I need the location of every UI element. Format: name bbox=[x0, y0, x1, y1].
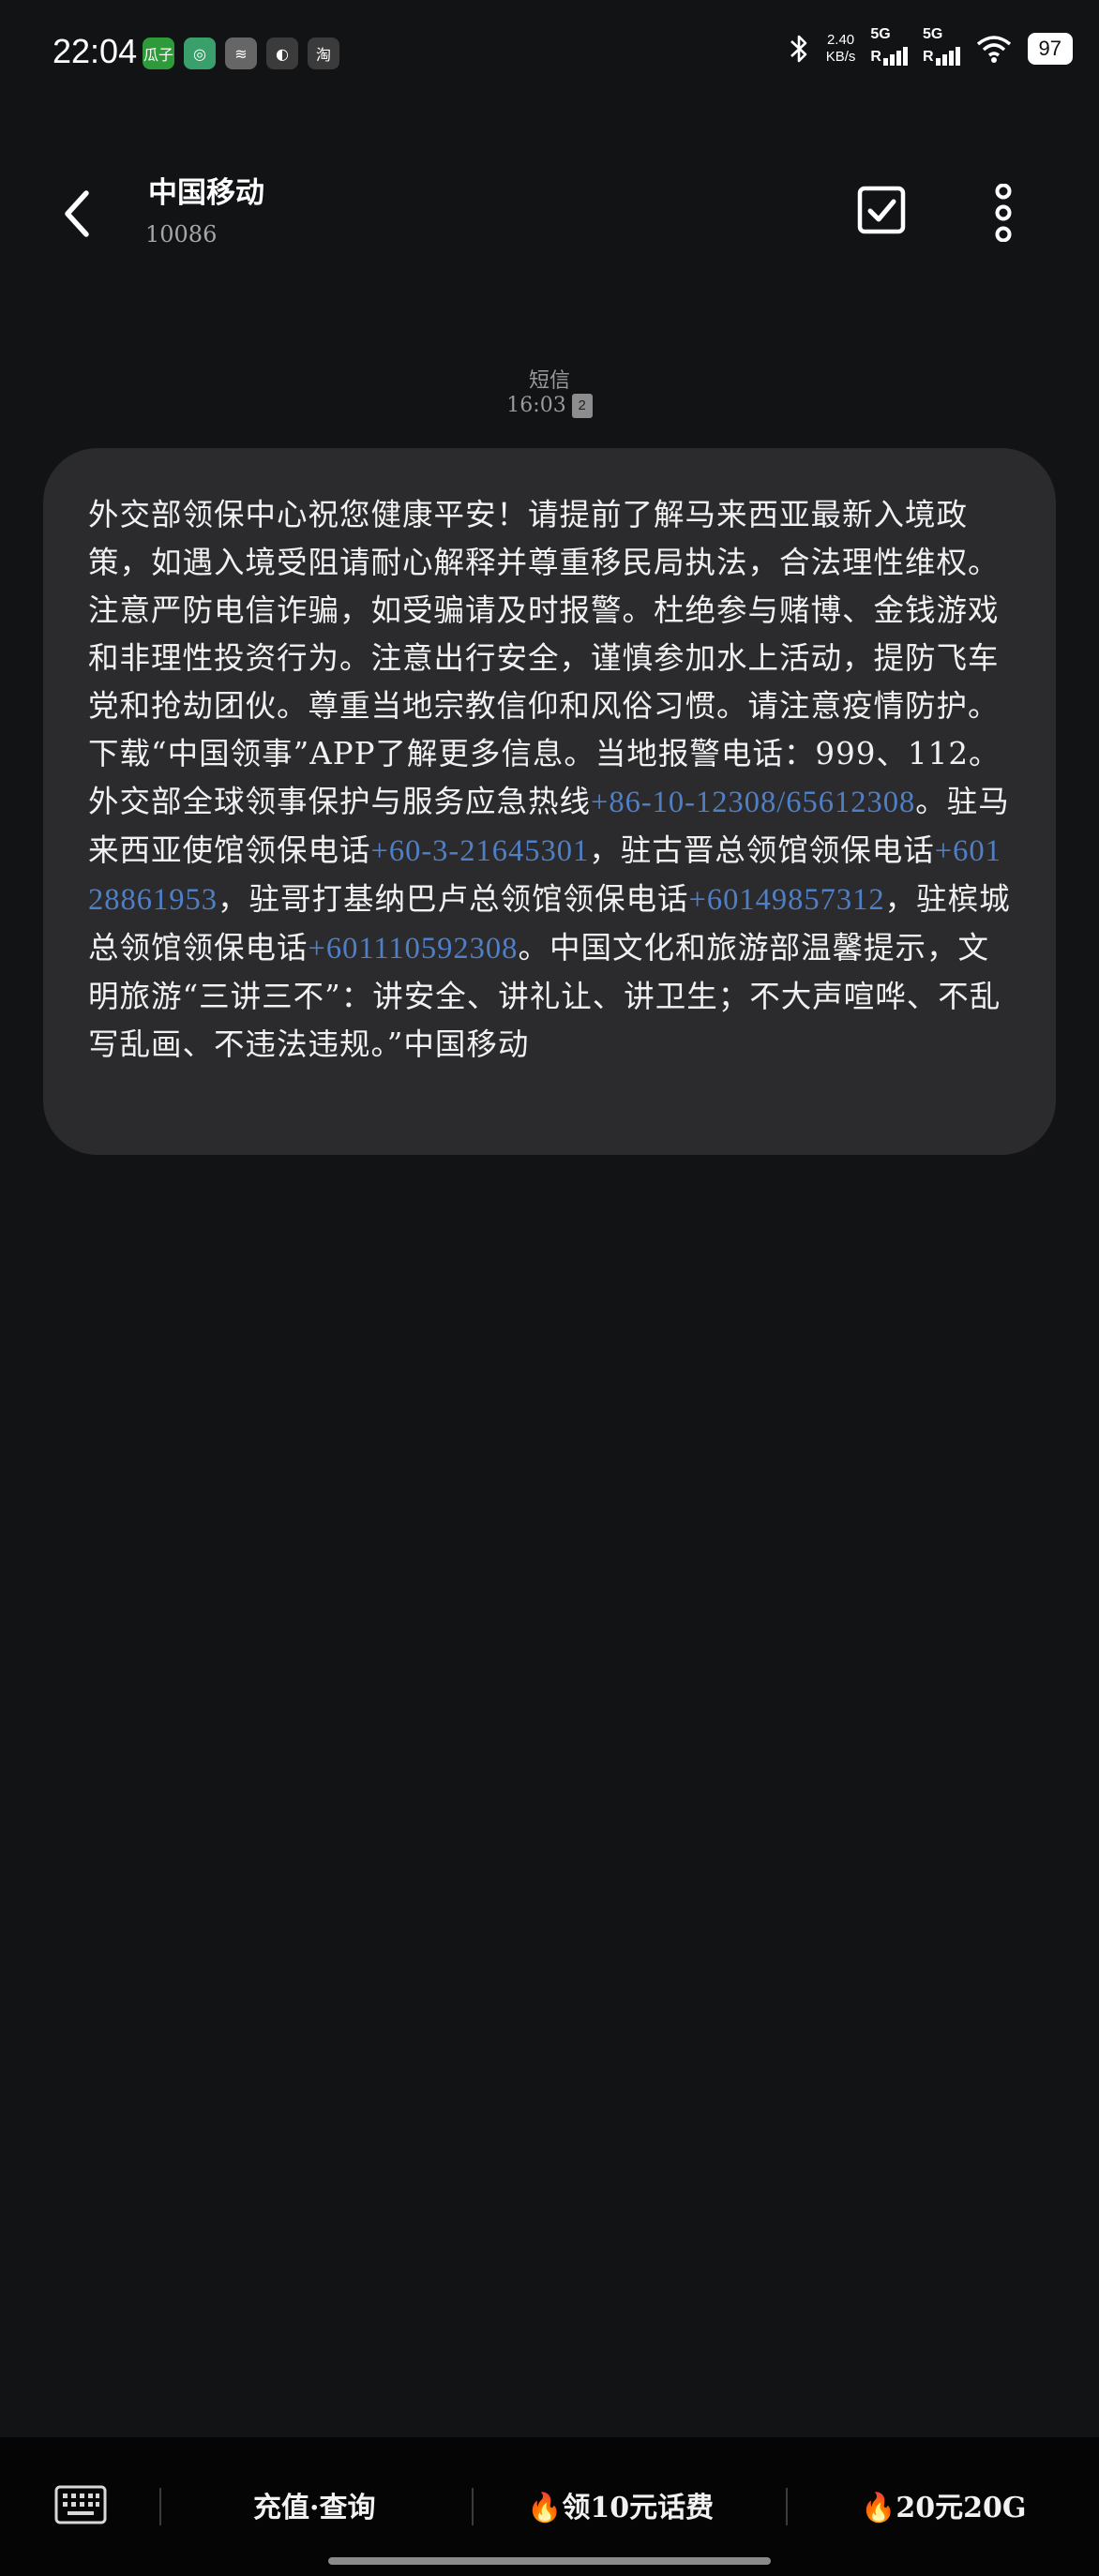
network-speed: 2.40 KB/s bbox=[826, 32, 856, 66]
message-type-label: 短信 bbox=[528, 369, 570, 393]
keyboard-icon[interactable] bbox=[54, 2485, 107, 2524]
menu-data-plan-label: 20元20G bbox=[896, 2492, 1027, 2524]
message-text-part: ，驻哥打基纳巴卢总领馆领保电话 bbox=[218, 881, 689, 917]
select-checkbox-icon[interactable] bbox=[857, 186, 906, 234]
notification-icons: 瓜子 ◎ ≋ ◐ 淘 bbox=[143, 37, 339, 69]
menu-claim-credit-label: 领10元话费 bbox=[562, 2492, 715, 2524]
guazi-app-icon: 瓜子 bbox=[143, 37, 174, 69]
fire-icon: 🔥 bbox=[861, 2492, 896, 2524]
phone-link[interactable]: +601110592308 bbox=[309, 932, 519, 966]
message-timestamp: 16:03 2 bbox=[0, 394, 1099, 418]
menu-recharge-query[interactable]: 充值·查询 bbox=[253, 2484, 375, 2525]
signal-sim2-icon: 5G R bbox=[922, 26, 960, 66]
bluetooth-icon bbox=[790, 35, 807, 63]
sim1-label: 5G bbox=[870, 26, 891, 42]
wifi-icon bbox=[976, 36, 1011, 63]
menu-data-plan[interactable]: 🔥20元20G bbox=[861, 2484, 1026, 2525]
fire-icon: 🔥 bbox=[527, 2492, 563, 2524]
status-indicators: 2.40 KB/s 5G R 5G R 97 bbox=[787, 26, 1073, 66]
back-arrow-icon[interactable] bbox=[54, 186, 101, 242]
message-text: 外交部领保中心祝您健康平安！请提前了解马来西亚最新入境政策，如遇入境受阻请耐心解… bbox=[88, 491, 1011, 1069]
menu-divider bbox=[786, 2488, 788, 2525]
roaming-indicator: R bbox=[922, 49, 934, 65]
contact-name: 中国移动 bbox=[148, 176, 264, 210]
sim2-label: 5G bbox=[922, 26, 943, 42]
battery-indicator: 97 bbox=[1027, 33, 1073, 65]
menu-divider bbox=[472, 2488, 474, 2525]
more-options-icon[interactable] bbox=[986, 184, 1020, 242]
message-time: 16:03 bbox=[506, 394, 566, 417]
capcut-app-icon: ≋ bbox=[225, 37, 257, 69]
network-speed-unit: KB/s bbox=[825, 49, 856, 65]
taobao-app-icon: 淘 bbox=[308, 37, 339, 69]
home-indicator[interactable] bbox=[328, 2557, 771, 2565]
message-bubble[interactable]: 外交部领保中心祝您健康平安！请提前了解马来西亚最新入境政策，如遇入境受阻请耐心解… bbox=[43, 448, 1056, 1155]
phone-link[interactable]: +60149857312 bbox=[689, 883, 885, 917]
phone-link[interactable]: +86-10-12308/65612308 bbox=[591, 786, 915, 819]
signal-sim1-icon: 5G R bbox=[870, 26, 908, 66]
message-text-part: ，驻古晋总领馆领保电话 bbox=[589, 832, 935, 868]
bird-app-icon: ◐ bbox=[266, 37, 298, 69]
leaf-app-icon: ◎ bbox=[184, 37, 216, 69]
sim-card-icon: 2 bbox=[571, 394, 593, 418]
roaming-indicator: R bbox=[870, 49, 881, 65]
menu-claim-credit[interactable]: 🔥领10元话费 bbox=[527, 2484, 714, 2525]
contact-number: 10086 bbox=[145, 221, 218, 247]
bottom-menu-bar: 充值·查询 🔥领10元话费 🔥20元20G bbox=[0, 2437, 1099, 2576]
phone-link[interactable]: +60-3-21645301 bbox=[371, 834, 590, 868]
status-time: 22:04 bbox=[53, 32, 138, 70]
menu-divider bbox=[159, 2488, 161, 2525]
message-text-part: 外交部领保中心祝您健康平安！请提前了解马来西亚最新入境政策，如遇入境受阻请耐心解… bbox=[88, 497, 1001, 819]
status-bar: 22:04 瓜子 ◎ ≋ ◐ 淘 2.40 KB/s 5G R 5G R 97 bbox=[0, 0, 1099, 112]
network-speed-value: 2.40 bbox=[826, 32, 855, 48]
